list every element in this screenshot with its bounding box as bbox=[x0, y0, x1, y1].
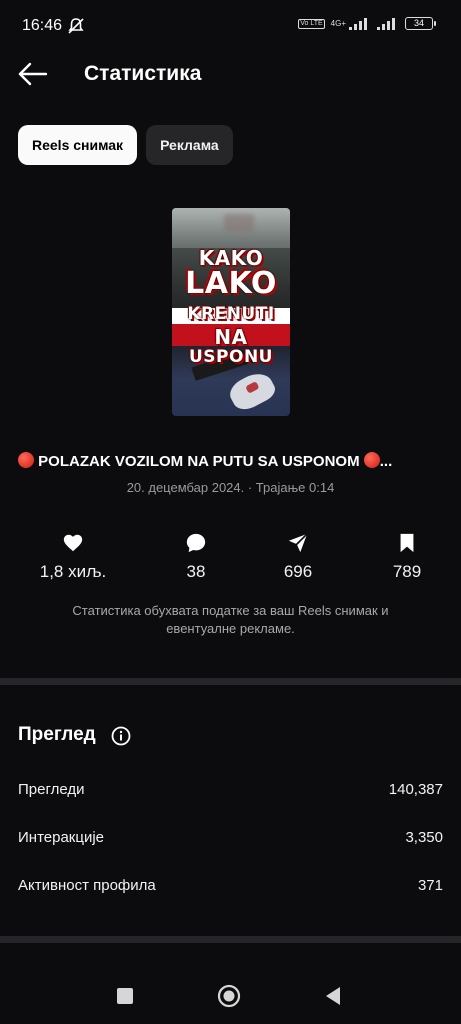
thumbnail-shoe bbox=[225, 367, 279, 415]
heart-icon bbox=[63, 534, 83, 552]
recents-icon[interactable] bbox=[116, 987, 134, 1005]
section-divider bbox=[0, 936, 461, 943]
reel-title-text: POLAZAK VOZILOM NA PUTU SA USPONOM bbox=[38, 453, 360, 470]
red-circle-emoji-icon bbox=[18, 452, 34, 468]
status-bar: 16:46 Vo LTE 4G+ 34 bbox=[0, 0, 461, 52]
saves-count: 789 bbox=[392, 562, 422, 581]
thumbnail-text-line: KRENUTI bbox=[187, 304, 275, 324]
stats-note: Статистика обухвата податке за ваш Reels… bbox=[72, 603, 389, 636]
bookmark-icon bbox=[400, 533, 414, 553]
shares-count: 696 bbox=[283, 562, 313, 581]
volte-badge: Vo LTE bbox=[298, 18, 325, 29]
thumbnail-background bbox=[172, 208, 290, 248]
signal-icon-sim2 bbox=[377, 17, 395, 30]
comments-count: 38 bbox=[186, 562, 206, 581]
home-icon[interactable] bbox=[217, 984, 241, 1008]
overview-row-profile-activity: Активност профила 371 bbox=[18, 877, 443, 901]
thumbnail-text-line: LAKO bbox=[185, 266, 277, 301]
share-icon bbox=[288, 533, 308, 553]
stat-saves: 789 bbox=[362, 532, 452, 582]
tab-reels[interactable]: Reels снимак bbox=[18, 125, 138, 165]
back-arrow-icon[interactable] bbox=[16, 60, 50, 88]
system-nav-bar bbox=[0, 950, 461, 1024]
tab-ads[interactable]: Реклама bbox=[146, 125, 233, 165]
row-value: 3,350 bbox=[405, 829, 443, 846]
top-bar: Статистика bbox=[0, 52, 461, 96]
engagement-stats: 1,8 хиљ. 38 696 789 bbox=[0, 532, 461, 592]
stat-shares: 696 bbox=[253, 532, 343, 582]
reel-meta: 20. децембар 2024. · Трајање 0:14 bbox=[126, 480, 335, 495]
info-icon[interactable] bbox=[111, 726, 131, 746]
stat-comments: 38 bbox=[151, 532, 241, 582]
reel-title: POLAZAK VOZILOM NA PUTU SA USPONOM ... bbox=[18, 452, 448, 470]
row-label: Активност профила bbox=[18, 877, 156, 894]
reel-thumbnail[interactable]: KAKO LAKO KRENUTI NA USPONU bbox=[172, 208, 290, 416]
signal-icon bbox=[349, 17, 367, 30]
overview-row-views: Прегледи 140,387 bbox=[18, 781, 443, 805]
row-label: Интеракције bbox=[18, 829, 105, 846]
section-divider bbox=[0, 678, 461, 685]
notifications-muted-icon bbox=[68, 18, 84, 34]
status-time: 16:46 bbox=[22, 17, 63, 34]
stat-likes: 1,8 хиљ. bbox=[28, 532, 118, 582]
overview-row-interactions: Интеракције 3,350 bbox=[18, 829, 443, 853]
reel-title-ellipsis: ... bbox=[379, 453, 393, 470]
row-label: Прегледи bbox=[18, 781, 85, 798]
tab-bar: Reels снимак Реклама bbox=[18, 125, 233, 165]
red-circle-emoji-icon bbox=[363, 452, 380, 468]
network-type: 4G+ bbox=[330, 18, 346, 28]
likes-count: 1,8 хиљ. bbox=[39, 562, 107, 581]
row-value: 140,387 bbox=[388, 781, 443, 798]
thumbnail-text-line: NA bbox=[214, 325, 248, 349]
page-title: Статистика bbox=[84, 62, 202, 85]
back-nav-icon[interactable] bbox=[324, 986, 342, 1006]
battery-icon: 34 bbox=[405, 17, 436, 30]
comment-icon bbox=[186, 533, 206, 553]
status-indicators: Vo LTE 4G+ 34 bbox=[298, 17, 436, 30]
overview-title: Преглед bbox=[18, 724, 96, 745]
row-value: 371 bbox=[417, 877, 443, 894]
thumbnail-text-line: USPONU bbox=[189, 347, 273, 367]
